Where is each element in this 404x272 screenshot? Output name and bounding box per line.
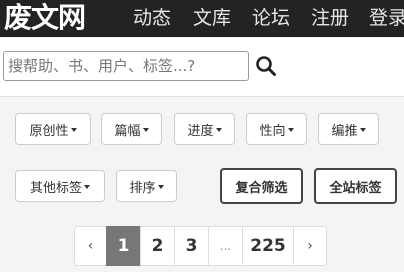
nav-item-feed[interactable]: 动态 xyxy=(133,6,171,30)
caret-down-icon xyxy=(157,184,164,189)
sort-dropdown[interactable]: 排序 xyxy=(116,170,177,202)
combined-filter-button[interactable]: 复合筛选 xyxy=(220,168,303,204)
caret-down-icon xyxy=(359,127,366,132)
prev-page-button[interactable]: ‹ xyxy=(74,226,107,266)
page-2-button[interactable]: 2 xyxy=(140,226,175,266)
editor-pick-dropdown[interactable]: 编推 xyxy=(318,113,379,145)
nav-item-login[interactable]: 登录 xyxy=(369,6,404,30)
caret-down-icon xyxy=(215,127,222,132)
sort-dropdown-label: 排序 xyxy=(129,180,156,196)
orientation-dropdown-label: 性向 xyxy=(259,123,286,139)
next-page-button[interactable]: › xyxy=(293,226,327,266)
top-navigation-bar: 废文网 动态 文库 论坛 注册 登录 xyxy=(0,0,404,37)
caret-down-icon xyxy=(84,184,90,189)
caret-down-icon xyxy=(142,127,149,132)
search-button[interactable] xyxy=(254,52,278,80)
other-tags-dropdown-label: 其他标签 xyxy=(29,180,82,196)
search-bar xyxy=(0,38,404,97)
page-3-button[interactable]: 3 xyxy=(174,226,209,266)
originality-dropdown-label: 原创性 xyxy=(29,123,69,139)
length-dropdown[interactable]: 篇幅 xyxy=(101,113,162,145)
other-tags-dropdown[interactable]: 其他标签 xyxy=(15,170,105,202)
orientation-dropdown[interactable]: 性向 xyxy=(246,113,307,145)
search-input[interactable] xyxy=(3,51,249,81)
originality-dropdown[interactable]: 原创性 xyxy=(15,113,91,145)
nav-item-forum[interactable]: 论坛 xyxy=(252,6,290,30)
progress-dropdown[interactable]: 进度 xyxy=(174,113,235,145)
last-page-button[interactable]: 225 xyxy=(242,226,294,266)
search-icon xyxy=(256,56,276,76)
site-logo[interactable]: 废文网 xyxy=(4,1,86,35)
progress-dropdown-label: 进度 xyxy=(187,123,214,139)
nav-item-register[interactable]: 注册 xyxy=(311,6,349,30)
caret-down-icon xyxy=(287,127,294,132)
editor-pick-dropdown-label: 编推 xyxy=(331,123,358,139)
caret-down-icon xyxy=(70,127,77,132)
all-tags-button[interactable]: 全站标签 xyxy=(314,168,397,204)
nav-item-library[interactable]: 文库 xyxy=(193,6,231,30)
pagination: ‹ 1 2 3 ... 225 › xyxy=(74,226,327,266)
length-dropdown-label: 篇幅 xyxy=(114,123,141,139)
page-1-button[interactable]: 1 xyxy=(106,226,141,266)
pagination-ellipsis: ... xyxy=(208,226,243,266)
